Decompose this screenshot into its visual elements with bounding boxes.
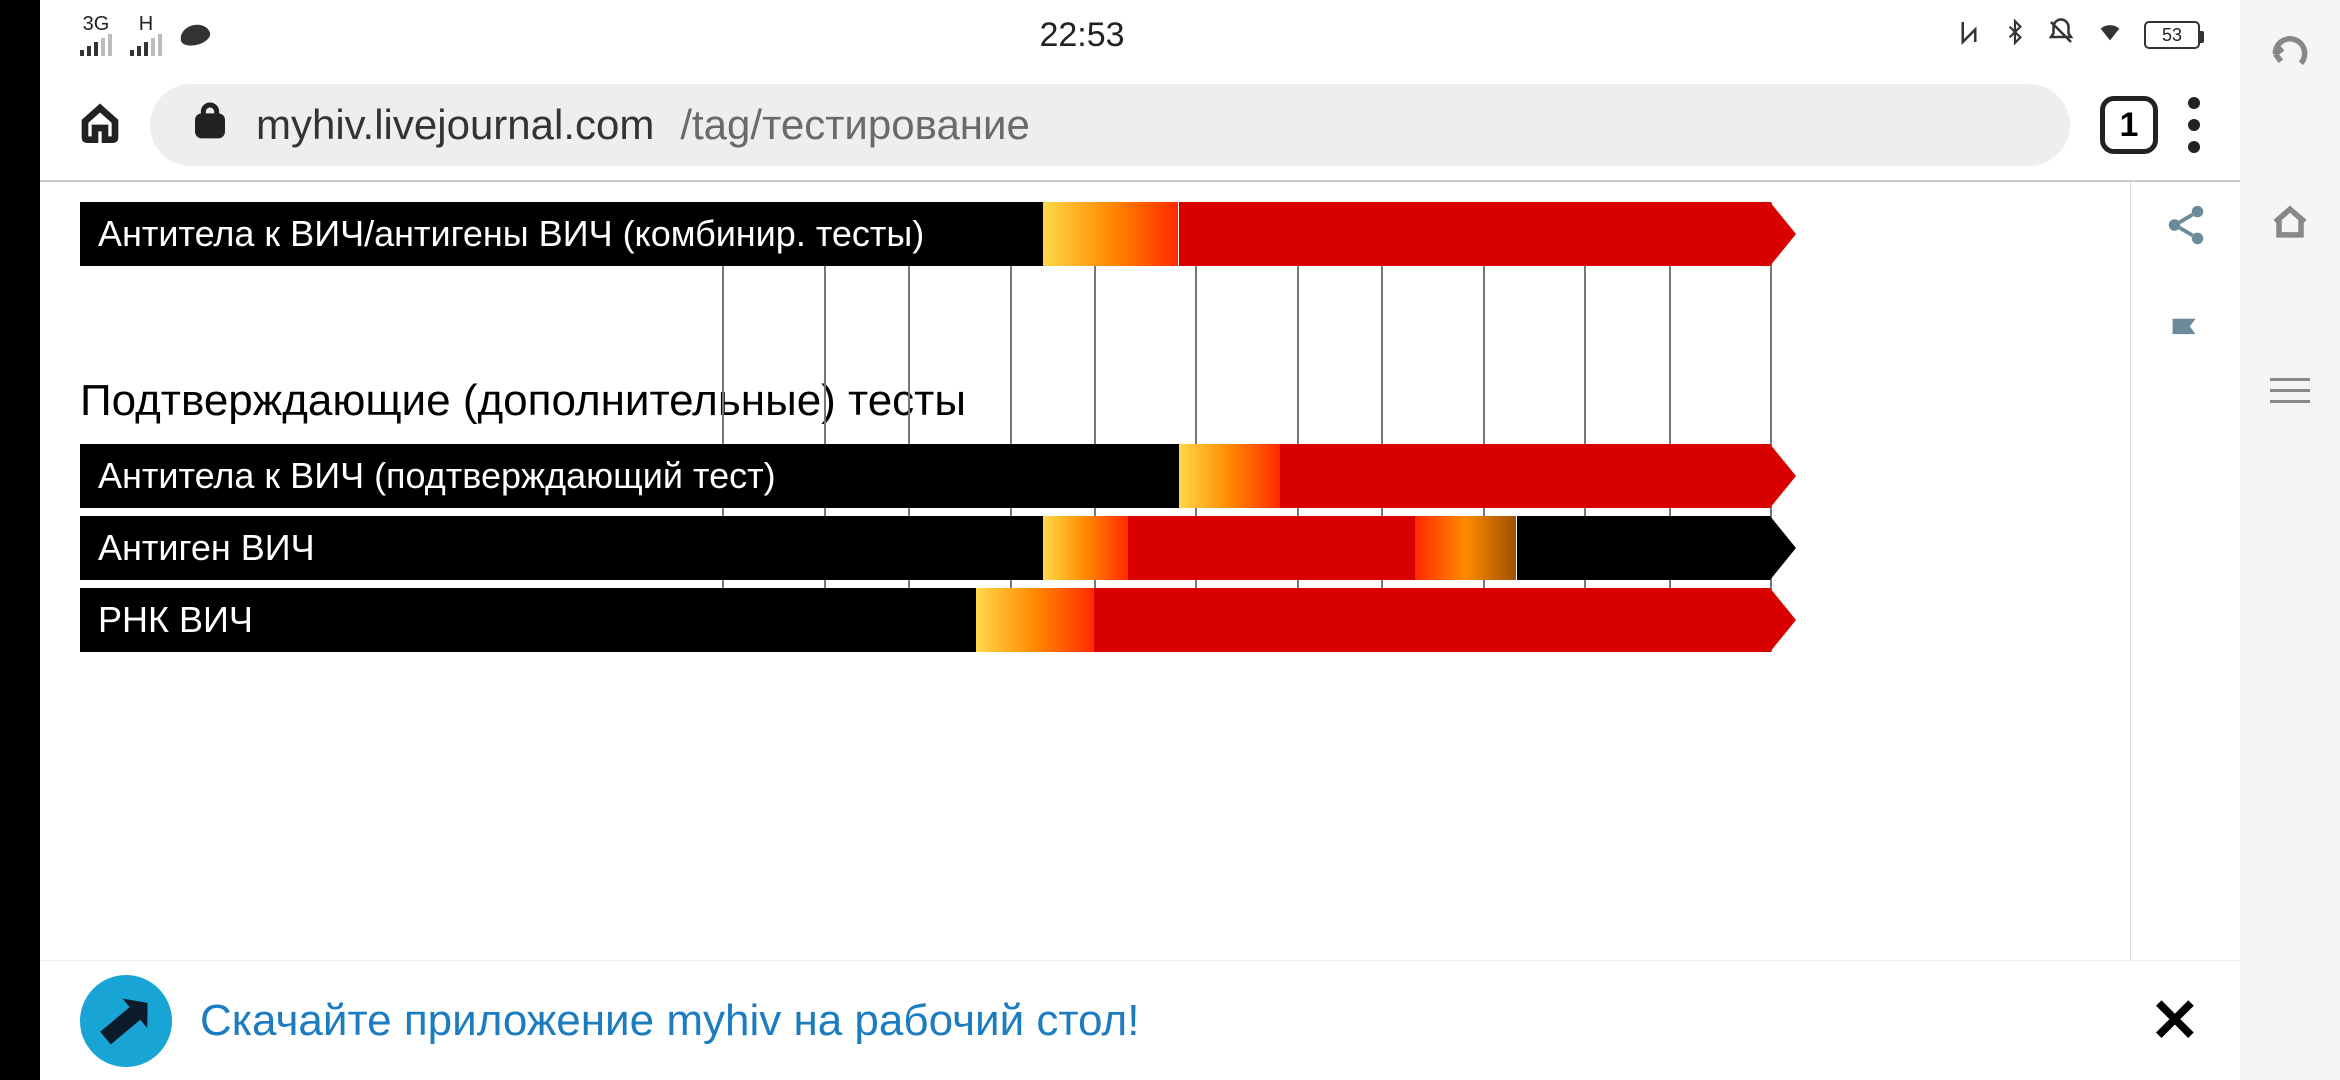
chart-bar-segment — [1043, 516, 1128, 580]
chart-row-label: Антиген ВИЧ — [80, 516, 1043, 580]
chart-row-label: Антитела к ВИЧ (подтверждающий тест) — [80, 444, 1179, 508]
chart-bar-segment — [1043, 202, 1178, 266]
chart-bar-segment — [1179, 202, 1771, 266]
status-bar: 3G H 22:53 — [40, 0, 2240, 70]
chart-bar-segment — [1415, 516, 1516, 580]
lj-app-icon[interactable] — [80, 975, 172, 1067]
device-pillarbox-left — [0, 0, 40, 1080]
address-bar[interactable]: myhiv.livejournal.com/tag/тестирование — [150, 84, 2070, 166]
arrow-icon — [1770, 444, 1796, 508]
mute-icon — [2046, 17, 2076, 54]
bluetooth-icon — [2002, 17, 2028, 54]
chart-row: Антитела к ВИЧ (подтверждающий тест) — [80, 444, 1770, 508]
url-path: /tag/тестирование — [680, 101, 1029, 149]
share-icon[interactable] — [2163, 202, 2209, 253]
chart-row: Антиген ВИЧ — [80, 516, 1770, 580]
arrow-icon — [1770, 516, 1796, 580]
chart-bar-segment — [1517, 516, 1771, 580]
signal-1: 3G — [80, 14, 112, 56]
lj-sidebar — [2130, 182, 2240, 1080]
back-icon[interactable] — [2266, 30, 2314, 78]
chart-row: Антитела к ВИЧ/антигены ВИЧ (комбинир. т… — [80, 202, 1770, 266]
signal-2: H — [130, 14, 162, 56]
chart-bar-segment — [1280, 444, 1770, 508]
chart-gridlines — [80, 202, 1770, 652]
battery-indicator: 53 — [2144, 21, 2200, 49]
download-banner: Скачайте приложение myhiv на рабочий сто… — [40, 960, 2240, 1080]
chart-row-label: РНК ВИЧ — [80, 588, 976, 652]
lock-icon — [190, 100, 230, 150]
page-content[interactable]: Антитела к ВИЧ/антигены ВИЧ (комбинир. т… — [40, 182, 2130, 1080]
tabs-count: 1 — [2120, 106, 2139, 145]
battery-level: 53 — [2162, 25, 2182, 46]
system-nav-bar — [2240, 0, 2340, 1080]
signal-2-type: H — [139, 14, 153, 34]
signal-1-type: 3G — [83, 14, 110, 34]
bean-icon — [178, 21, 212, 48]
clock: 22:53 — [1039, 16, 1124, 55]
url-host: myhiv.livejournal.com — [256, 101, 654, 149]
chart-row-label: Антитела к ВИЧ/антигены ВИЧ (комбинир. т… — [80, 202, 1043, 266]
banner-text[interactable]: Скачайте приложение myhiv на рабочий сто… — [200, 996, 1139, 1046]
chart-row: РНК ВИЧ — [80, 588, 1770, 652]
home-nav-icon[interactable] — [2266, 198, 2314, 246]
chart-bar-segment — [976, 588, 1094, 652]
menu-button[interactable] — [2188, 97, 2200, 153]
recents-icon[interactable] — [2266, 366, 2314, 414]
browser-toolbar: myhiv.livejournal.com/tag/тестирование 1 — [40, 70, 2240, 180]
arrow-icon — [1770, 588, 1796, 652]
chart-bar-segment — [1128, 516, 1415, 580]
tabs-button[interactable]: 1 — [2100, 96, 2158, 154]
timeline-chart: Антитела к ВИЧ/антигены ВИЧ (комбинир. т… — [80, 202, 1770, 652]
close-icon[interactable]: ✕ — [2150, 986, 2200, 1056]
chart-bar-segment — [1179, 444, 1280, 508]
flag-icon[interactable] — [2163, 313, 2209, 364]
home-icon[interactable] — [80, 103, 120, 148]
nfc-icon — [1954, 17, 1984, 54]
chart-bar-segment — [1094, 588, 1770, 652]
arrow-icon — [1770, 202, 1796, 266]
wifi-icon — [2094, 17, 2126, 53]
